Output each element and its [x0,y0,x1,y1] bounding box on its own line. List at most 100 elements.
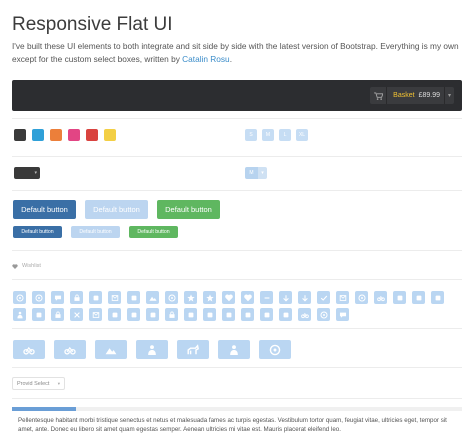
small-button-success[interactable]: Default button [129,226,178,238]
lifebuoy-icon[interactable] [259,340,291,359]
briefcase-icon[interactable] [70,291,83,304]
arrow-icon[interactable] [298,291,311,304]
basket-icon [370,87,388,104]
basket-caret-icon[interactable]: ▾ [444,87,454,104]
intro-text: I've built these UI elements to both int… [12,40,468,65]
heart-outline-icon[interactable] [241,291,254,304]
search-icon[interactable] [222,308,235,321]
divider [12,250,462,251]
minus-icon[interactable] [260,291,273,304]
motorbike-icon[interactable] [54,340,86,359]
tag-icon[interactable] [32,308,45,321]
divider [12,118,462,119]
color-swatch[interactable] [14,129,26,141]
skip-icon[interactable] [203,308,216,321]
plane-icon[interactable] [393,291,406,304]
clock-icon[interactable] [32,291,45,304]
size-option-l[interactable]: L [279,129,291,141]
image-icon[interactable] [146,291,159,304]
tab-active[interactable] [12,407,76,411]
default-button-success[interactable]: Default button [157,200,220,219]
bell-icon[interactable] [336,308,349,321]
check-icon[interactable] [317,291,330,304]
chat-icon[interactable] [51,291,64,304]
mountain-icon[interactable] [95,340,127,359]
star-outline-icon[interactable] [203,291,216,304]
user-icon[interactable] [13,308,26,321]
heart-icon[interactable] [222,291,235,304]
author-link[interactable]: Catalin Rosu [182,54,230,64]
intro-text-after: . [229,53,232,64]
tab-bar [12,407,462,411]
list-icon[interactable] [260,308,273,321]
grid-icon[interactable] [279,308,292,321]
divider [12,367,462,368]
print-icon[interactable] [165,308,178,321]
file-icon[interactable] [108,291,121,304]
down-arrow-icon[interactable] [279,291,292,304]
divider [12,156,462,157]
default-button-primary[interactable]: Default button [13,200,76,219]
wheelchair-icon[interactable] [218,340,250,359]
camera-icon[interactable] [146,308,159,321]
divider [12,279,462,280]
rocket-icon[interactable] [412,291,425,304]
color-swatch[interactable] [32,129,44,141]
color-swatch[interactable] [68,129,80,141]
wishlist-label: Wishlist [22,263,41,269]
size-dropdown-value: M [245,167,258,179]
play-icon[interactable] [184,308,197,321]
home-icon[interactable] [108,308,121,321]
book-icon[interactable] [89,308,102,321]
size-selector: S M L XL [245,129,308,141]
divider [12,328,462,329]
small-button-disabled[interactable]: Default button [71,226,120,238]
small-button-primary[interactable]: Default button [13,226,62,238]
intro-text-before: I've built these UI elements to both int… [12,41,459,64]
heart-icon [12,263,18,269]
basket-label: Basket [393,92,415,99]
phone-icon[interactable] [127,308,140,321]
size-option-s[interactable]: S [245,129,257,141]
size-option-xl[interactable]: XL [296,129,308,141]
target-icon[interactable] [165,291,178,304]
basket-price: £89.99 [418,92,440,99]
chevron-down-icon: ▾ [34,170,37,176]
small-button-row: Default button Default button Default bu… [13,226,187,238]
star-icon[interactable] [184,291,197,304]
runner-icon[interactable] [136,340,168,359]
globe-icon[interactable] [13,291,26,304]
cart-icon[interactable] [298,308,311,321]
divider [12,190,462,191]
size-dropdown[interactable]: M ▾ [245,167,267,179]
dark-select-toggle[interactable]: ▾ [14,167,40,179]
chevron-down-icon: ▾ [57,381,60,386]
calendar-icon[interactable] [127,291,140,304]
top-navbar: Basket £89.99 ▾ [12,80,462,111]
chevron-down-icon: ▾ [258,167,267,179]
car-icon[interactable] [374,291,387,304]
refresh-icon[interactable] [355,291,368,304]
basket-button[interactable]: Basket £89.99 ▾ [370,87,454,104]
color-swatch[interactable] [86,129,98,141]
page-title: Responsive Flat UI [12,14,173,35]
divider [12,398,462,399]
pin-icon[interactable] [431,291,444,304]
mail-icon[interactable] [336,291,349,304]
lock-icon[interactable] [51,308,64,321]
default-button-disabled[interactable]: Default button [85,200,148,219]
icon-button-grid [13,291,465,321]
close-icon[interactable] [70,308,83,321]
size-option-m[interactable]: M [262,129,274,141]
music-icon[interactable] [241,308,254,321]
info-icon[interactable] [317,308,330,321]
horse-icon[interactable] [177,340,209,359]
large-button-row: Default button Default button Default bu… [13,200,229,219]
color-swatch[interactable] [104,129,116,141]
bicycle-icon[interactable] [13,340,45,359]
wishlist-link[interactable]: Wishlist [12,263,41,269]
province-select-value: Provid Select [17,380,50,387]
settings-icon[interactable] [89,291,102,304]
color-swatch[interactable] [50,129,62,141]
province-select[interactable]: Provid Select ▾ [12,377,65,390]
